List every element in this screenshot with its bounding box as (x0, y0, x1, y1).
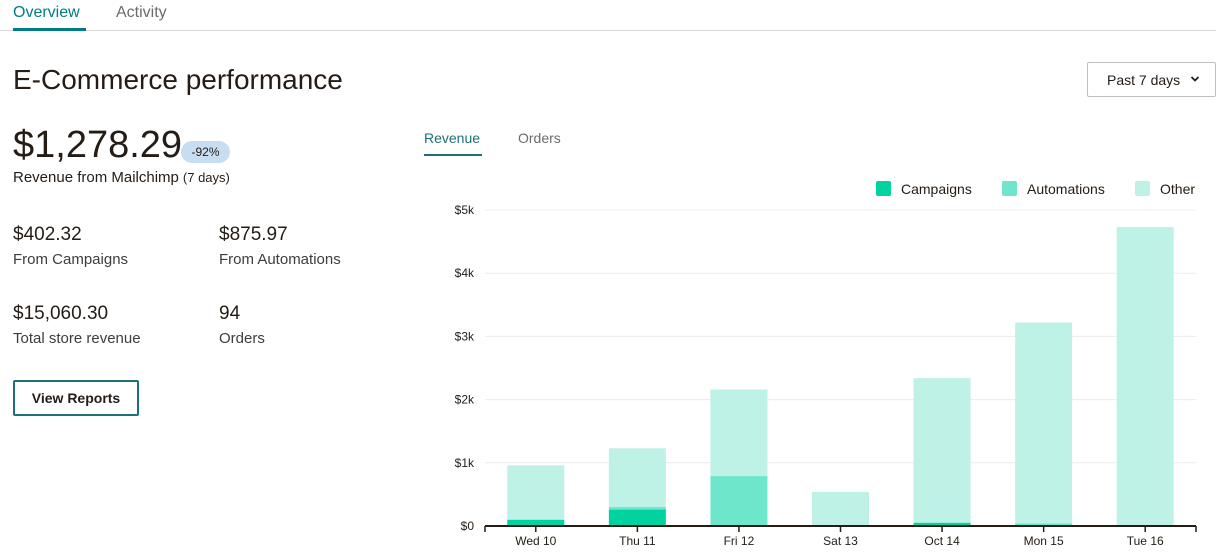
x-tick-label: Sat 13 (823, 534, 858, 548)
x-tick-label: Thu 11 (619, 534, 656, 548)
bar-automations[interactable] (608, 507, 666, 510)
bar-other[interactable] (507, 465, 565, 520)
revenue-bar-chart: $0 $1k $2k $3k $4k $5k Wed 10 Thu 11 Fri 12 Sat 1… (455, 203, 1197, 548)
x-tick-label: Mon 15 (1024, 534, 1064, 548)
bar-automations[interactable] (913, 522, 971, 523)
x-tick-label: Tue 16 (1127, 534, 1164, 548)
bar-other[interactable] (812, 491, 869, 526)
bar-automations[interactable] (710, 476, 768, 526)
bar-campaigns[interactable] (608, 509, 666, 526)
x-tick-label: Wed 10 (515, 534, 556, 548)
bar-other[interactable] (1116, 227, 1174, 526)
y-tick-label: $2k (455, 393, 475, 407)
bar-other[interactable] (1015, 322, 1073, 524)
bar-other[interactable] (608, 448, 666, 508)
y-tick-label: $5k (455, 203, 475, 217)
y-tick-label: $4k (455, 266, 475, 280)
x-tick-label: Fri 12 (724, 534, 755, 548)
bar-other[interactable] (710, 389, 768, 477)
bar-other[interactable] (913, 378, 971, 523)
y-tick-label: $0 (461, 519, 475, 533)
y-tick-label: $1k (455, 456, 475, 470)
y-tick-label: $3k (455, 329, 475, 343)
x-tick-label: Oct 14 (924, 534, 960, 548)
